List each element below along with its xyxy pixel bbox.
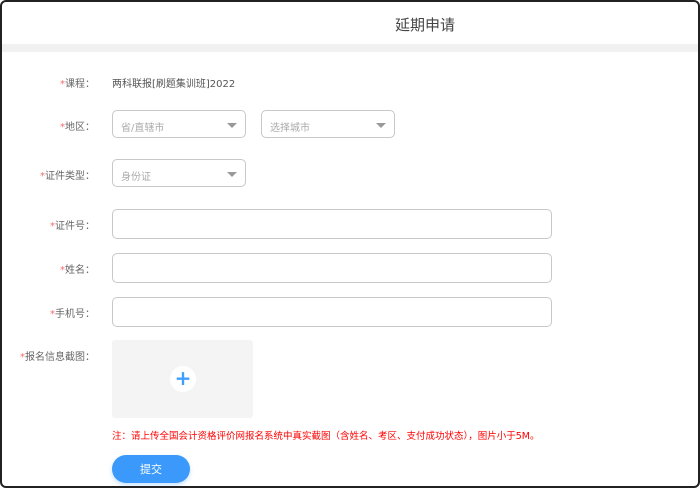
screenshot-upload[interactable]: + [112,340,253,418]
name-input[interactable] [112,253,552,283]
header-divider [2,44,698,52]
region-label: *地区： [60,122,95,133]
phone-label: *手机号： [50,309,95,320]
upload-note: 注：请上传全国会计资格评价网报名系统中真实截图（含姓名、考区、支付成功状态），图… [112,431,540,442]
id-type-select[interactable]: 身份证 [112,159,246,187]
page-title: 延期申请 [394,16,455,34]
plus-icon: + [170,366,196,392]
course-value: 两科联报[刷题集训班]2022 [112,79,236,90]
screenshot-label: *报名信息截图： [20,352,95,363]
city-select[interactable]: 选择城市 [261,110,395,138]
application-window: 延期申请 *课程： 两科联报[刷题集训班]2022 *地区： 省/直辖市 选择城… [0,0,700,488]
id-number-label: *证件号： [50,221,95,232]
name-label: *姓名： [60,265,95,276]
id-number-input[interactable] [112,209,552,239]
chevron-down-icon [376,123,386,128]
submit-button[interactable]: 提交 [112,455,190,483]
province-select[interactable]: 省/直辖市 [112,110,246,138]
id-type-label: *证件类型： [40,171,95,182]
course-label: *课程： [60,79,95,90]
chevron-down-icon [227,172,237,177]
phone-input[interactable] [112,297,552,327]
chevron-down-icon [227,123,237,128]
